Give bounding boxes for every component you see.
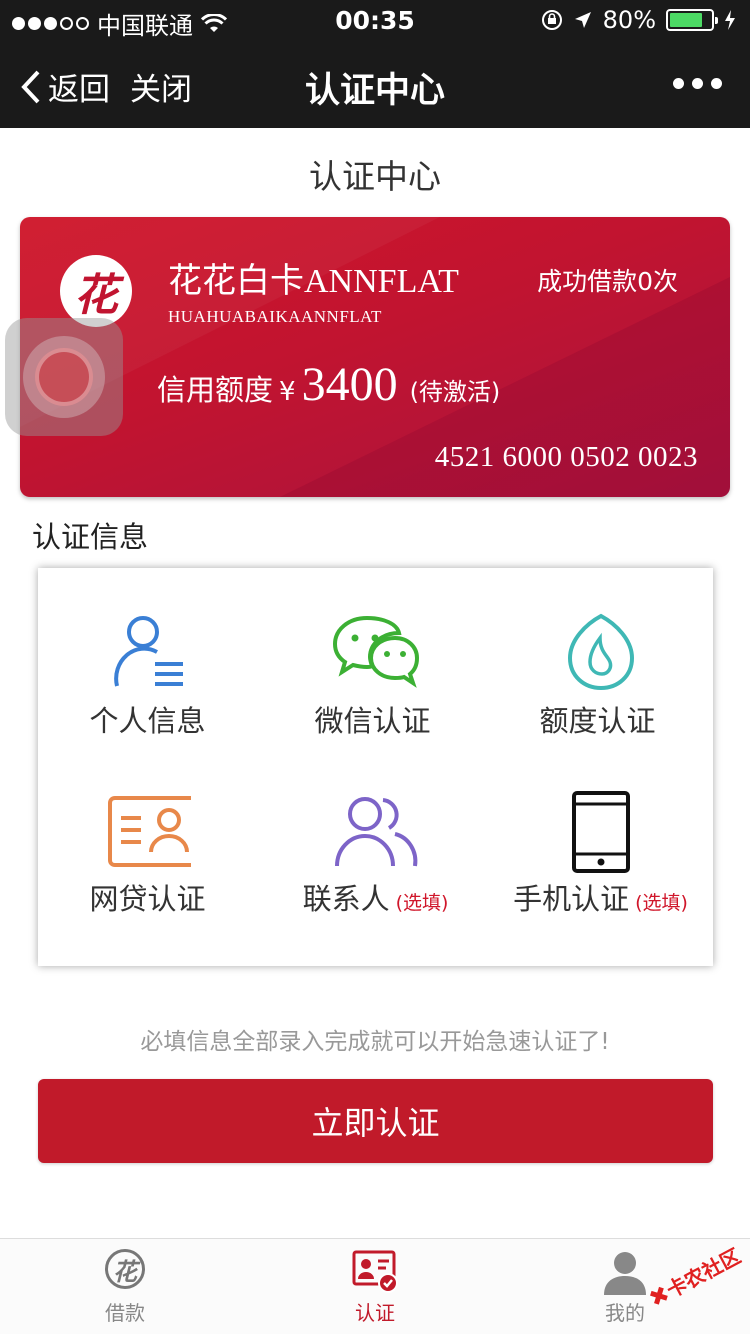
grid-label: 联系人 (选填)	[302, 882, 449, 916]
tab-verify[interactable]: 认证	[250, 1239, 500, 1334]
charging-icon	[725, 10, 735, 30]
credit-line: 信用额度 ¥ 3400 (待激活)	[157, 357, 500, 412]
grid-label: 额度认证	[539, 704, 656, 738]
assistive-core	[35, 348, 93, 406]
location-icon	[574, 12, 591, 28]
currency-symbol: ¥	[279, 377, 296, 407]
tab-loan[interactable]: 花 借款	[0, 1239, 250, 1334]
status-right: 80%	[541, 6, 736, 34]
loan-count: 成功借款0次	[537, 267, 678, 296]
wechat-icon	[263, 612, 488, 692]
grid-item-contacts[interactable]: 联系人 (选填)	[263, 746, 488, 936]
id-card-icon	[38, 790, 263, 870]
verify-now-button[interactable]: 立即认证	[38, 1079, 713, 1163]
grid-label: 手机认证 (选填)	[513, 882, 688, 916]
tab-bar: 花 借款 认证 我的	[0, 1238, 750, 1334]
contacts-icon	[263, 790, 488, 870]
status-bar: 中国联通 00:35 80%	[0, 0, 750, 40]
grid-label: 微信认证	[314, 704, 431, 738]
credit-card: 花 花花白卡ANNFLAT HUAHUABAIKAANNFLAT 成功借款0次 …	[20, 217, 730, 497]
card-name: 花花白卡ANNFLAT	[168, 263, 459, 300]
battery-icon	[666, 9, 718, 31]
tab-label: 借款	[105, 1301, 145, 1325]
grid-item-wechat-auth[interactable]: 微信认证	[263, 568, 488, 758]
grid-item-phone-auth[interactable]: 手机认证 (选填)	[488, 746, 713, 936]
verified-card-icon	[250, 1249, 500, 1295]
card-subtitle: HUAHUABAIKAANNFLAT	[168, 307, 382, 326]
grid-label: 个人信息	[89, 704, 206, 738]
verification-grid: 个人信息 微信认证 额度认证 网贷认证 联系人 (选填) 手机认证 (选填)	[38, 568, 713, 966]
assistive-touch-button[interactable]	[5, 318, 123, 436]
grid-label: 网贷认证	[89, 882, 206, 916]
water-drop-icon	[488, 612, 713, 692]
watermark: 卡农社区	[640, 1244, 744, 1310]
brand-logo-icon: 花	[0, 1249, 250, 1295]
section-label: 认证信息	[32, 520, 149, 554]
grid-item-credit-limit-auth[interactable]: 额度认证	[488, 568, 713, 758]
battery-percent: 80%	[602, 6, 656, 34]
card-logo: 花	[60, 255, 132, 327]
credit-status: (待激活)	[409, 378, 501, 406]
grid-item-online-loan-auth[interactable]: 网贷认证	[38, 746, 263, 936]
credit-amount: 3400	[301, 358, 398, 411]
nav-title: 认证中心	[304, 71, 445, 111]
watermark-text: 卡农社区	[663, 1244, 744, 1303]
tab-label: 认证	[355, 1301, 395, 1325]
credit-label: 信用额度	[157, 373, 274, 407]
more-icon[interactable]	[673, 78, 722, 89]
nav-bar: 返回 关闭 认证中心	[0, 40, 750, 128]
hint-text: 必填信息全部录入完成就可以开始急速认证了!	[140, 1029, 610, 1055]
rotation-lock-icon	[541, 10, 562, 30]
smartphone-icon	[488, 790, 713, 874]
person-list-icon	[38, 612, 263, 692]
battery-fill	[670, 13, 702, 27]
card-number: 4521 6000 0502 0023	[434, 441, 698, 473]
grid-item-personal-info[interactable]: 个人信息	[38, 568, 263, 758]
page-title: 认证中心	[309, 157, 441, 196]
